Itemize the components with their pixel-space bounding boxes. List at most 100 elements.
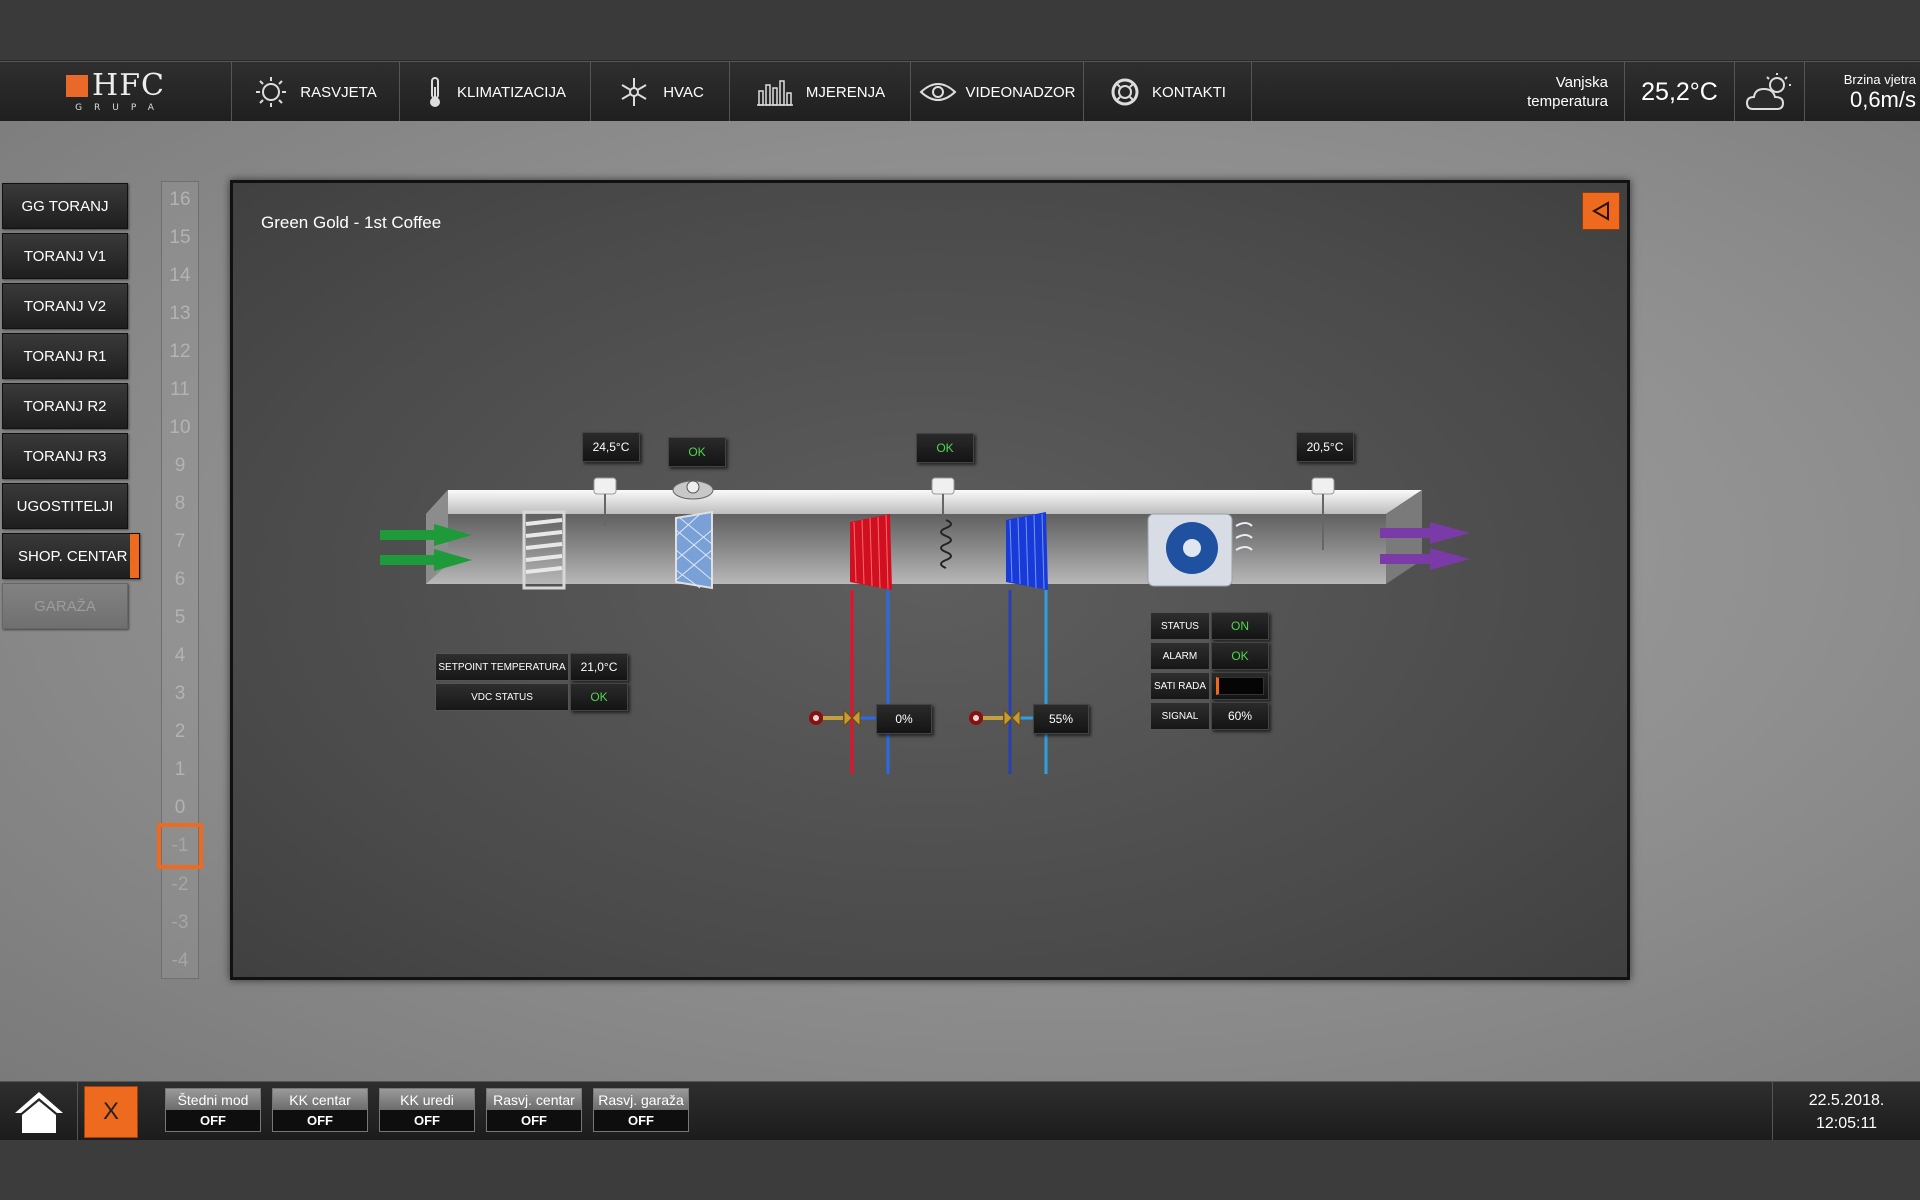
fan-alarm-label: ALARM — [1150, 642, 1210, 670]
fan-signal-value: 60% — [1211, 702, 1269, 730]
thermometer-icon — [430, 77, 441, 107]
panel-title: Green Gold - 1st Coffee — [261, 213, 442, 232]
fan-signal-label: SIGNAL — [1150, 702, 1210, 730]
floor-10[interactable]: 10 — [161, 409, 199, 447]
wind-speed: 0,6m/s — [1849, 86, 1916, 112]
toggle-stedni-mod-state: OFF — [166, 1110, 260, 1131]
fan-hours-field — [1216, 677, 1264, 695]
logo-square — [66, 75, 89, 97]
tab-kontakti-label: KONTAKTI — [1152, 83, 1226, 101]
pressure-switch-icon — [672, 480, 714, 500]
building-ugostitelji[interactable]: UGOSTITELJI — [2, 483, 128, 529]
floor-9[interactable]: 9 — [161, 447, 199, 485]
cloud-sun-icon — [1745, 73, 1791, 110]
tab-klimatizacija[interactable]: KLIMATIZACIJA — [401, 62, 591, 122]
top-navigation: HFC GRUPA RASVJETA KLIMATIZACIJA HVAC MJ… — [0, 61, 1920, 122]
floor-3[interactable]: 3 — [161, 675, 199, 713]
eye-icon — [920, 83, 957, 101]
outdoor-temp-label-line1: Vanjska — [1555, 74, 1608, 91]
floor-2[interactable]: 2 — [161, 713, 199, 751]
top-strip — [0, 0, 1920, 61]
floor-0[interactable]: 0 — [161, 789, 199, 827]
home-icon — [14, 1091, 63, 1133]
close-button[interactable]: X — [84, 1086, 138, 1138]
floor-minus-2[interactable]: -2 — [161, 866, 199, 904]
frost-status-readout: OK — [916, 433, 974, 463]
building-toranj-v1[interactable]: TORANJ V1 — [2, 233, 128, 279]
wind-label: Brzina vjetra — [1843, 71, 1916, 87]
floor-minus-4[interactable]: -4 — [161, 942, 199, 980]
toggle-kk-uredi-state: OFF — [380, 1110, 474, 1131]
floor-4[interactable]: 4 — [161, 637, 199, 675]
floor-5[interactable]: 5 — [161, 599, 199, 637]
exhaust-temp-readout: 20,5°C — [1296, 432, 1354, 462]
tab-rasvjeta[interactable]: RASVJETA — [232, 62, 400, 122]
toggle-rasvj-garaza[interactable]: Rasvj. garaža OFF — [593, 1088, 689, 1132]
floor-16[interactable]: 16 — [161, 181, 199, 219]
floor-1[interactable]: 1 — [161, 751, 199, 789]
building-gg-toranj[interactable]: GG TORANJ — [2, 183, 128, 229]
toggle-stedni-mod[interactable]: Štedni mod OFF — [165, 1088, 261, 1132]
heating-coil-icon — [850, 514, 892, 590]
building-toranj-r3[interactable]: TORANJ R3 — [2, 433, 128, 479]
triangle-left-icon — [1591, 201, 1609, 221]
air-duct — [426, 490, 1422, 584]
floor-minus-3[interactable]: -3 — [161, 904, 199, 942]
toggle-kk-uredi[interactable]: KK uredi OFF — [379, 1088, 475, 1132]
tab-mjerenja[interactable]: MJERENJA — [731, 62, 911, 122]
back-button[interactable] — [1582, 192, 1620, 230]
building-toranj-r2[interactable]: TORANJ R2 — [2, 383, 128, 429]
logo-subtitle: GRUPA — [75, 103, 166, 113]
toggle-rasvj-garaza-state: OFF — [594, 1110, 688, 1131]
fan-hours-label: SATI RADA — [1150, 672, 1210, 700]
tab-klimatizacija-label: KLIMATIZACIJA — [457, 83, 566, 101]
toggle-rasvj-garaza-label: Rasvj. garaža — [594, 1089, 688, 1110]
outdoor-temp-label: Vanjska temperatura — [1470, 62, 1608, 122]
floor-8[interactable]: 8 — [161, 485, 199, 523]
cooling-coil-icon — [1006, 512, 1048, 590]
weather-box — [1734, 62, 1804, 122]
floor-7[interactable]: 7 — [161, 523, 199, 561]
floor-11[interactable]: 11 — [161, 371, 199, 409]
snowflake-sun-icon — [621, 78, 647, 106]
date-display: 22.5.2018. — [1808, 1091, 1885, 1109]
setpoint-value[interactable]: 21,0°C — [570, 653, 628, 681]
floor-15[interactable]: 15 — [161, 219, 199, 257]
floor-6[interactable]: 6 — [161, 561, 199, 599]
toggle-stedni-mod-label: Štedni mod — [166, 1089, 260, 1110]
cooling-valve-icon — [969, 708, 1021, 728]
floor-minus-1[interactable]: -1 — [157, 823, 203, 869]
tab-mjerenja-label: MJERENJA — [805, 83, 886, 101]
toggle-rasvj-centar[interactable]: Rasvj. centar OFF — [486, 1088, 582, 1132]
home-button[interactable] — [0, 1082, 78, 1141]
building-shop-centar[interactable]: SHOP. CENTAR — [2, 533, 140, 579]
tab-hvac[interactable]: HVAC — [592, 62, 730, 122]
date-time: 22.5.2018. 12:05:11 — [1772, 1082, 1920, 1141]
building-toranj-v2[interactable]: TORANJ V2 — [2, 283, 128, 329]
building-toranj-r1[interactable]: TORANJ R1 — [2, 333, 128, 379]
outdoor-temp: 25,2°C — [1624, 62, 1734, 122]
floor-14[interactable]: 14 — [161, 257, 199, 295]
bar-chart-icon — [756, 80, 793, 106]
tab-kontakti[interactable]: KONTAKTI — [1085, 62, 1252, 122]
tab-rasvjeta-label: RASVJETA — [300, 83, 377, 101]
supply-temp-readout: 24,5°C — [582, 432, 640, 462]
logo-text: HFC — [92, 68, 165, 103]
outdoor-temp-label-line2: temperatura — [1527, 93, 1608, 110]
fan-status-label: STATUS — [1150, 612, 1210, 640]
setpoint-label: SETPOINT TEMPERATURA — [435, 653, 569, 681]
filter-icon — [675, 510, 713, 590]
tab-videonadzor-label: VIDEONADZOR — [965, 83, 1076, 101]
lightbulb-icon — [256, 77, 287, 107]
toggle-kk-centar[interactable]: KK centar OFF — [272, 1088, 368, 1132]
floor-12[interactable]: 12 — [161, 333, 199, 371]
cooling-valve-readout: 55% — [1033, 704, 1089, 734]
toggle-kk-uredi-label: KK uredi — [380, 1089, 474, 1110]
hfc-logo: HFC GRUPA — [0, 62, 232, 122]
toggle-kk-centar-state: OFF — [273, 1110, 367, 1131]
floor-13[interactable]: 13 — [161, 295, 199, 333]
toggle-kk-centar-label: KK centar — [273, 1089, 367, 1110]
fan-alarm-value: OK — [1211, 642, 1269, 670]
tab-videonadzor[interactable]: VIDEONADZOR — [912, 62, 1084, 122]
lifebuoy-icon — [1111, 78, 1139, 106]
